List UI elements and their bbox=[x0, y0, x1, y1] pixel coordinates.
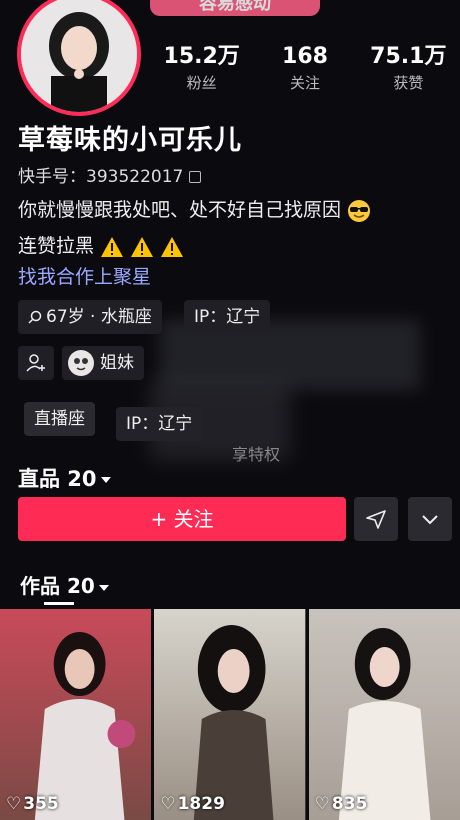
age-tag-label: 67岁 · 水瓶座 bbox=[46, 307, 152, 327]
video-thumbnail[interactable]: ♡ 1829 bbox=[154, 609, 306, 820]
bio-text-2: 连赞拉黑 bbox=[18, 235, 95, 257]
stat-label: 关注 bbox=[289, 74, 320, 92]
stat-followers[interactable]: 15.2万 粉丝 bbox=[150, 44, 253, 93]
search-icon bbox=[28, 310, 42, 324]
stat-label: 粉丝 bbox=[186, 74, 217, 92]
chevron-down-icon bbox=[98, 584, 109, 591]
copy-icon[interactable] bbox=[189, 171, 202, 183]
bio-line-1: 你就慢慢跟我处吧、处不好自己找原因 bbox=[18, 195, 371, 223]
avatar-photo bbox=[21, 0, 137, 112]
video-thumbnail-image bbox=[308, 609, 460, 820]
works-title-text: 作品 20 bbox=[20, 574, 95, 598]
cooperation-link[interactable]: 找我合作上聚星 bbox=[18, 262, 151, 289]
add-friend-button[interactable] bbox=[18, 346, 54, 380]
top-banner: 容易感动 bbox=[150, 0, 320, 16]
stat-value: 168 bbox=[282, 44, 328, 69]
heart-icon: ♡ bbox=[6, 794, 22, 814]
tab-works[interactable]: 作品 20 bbox=[20, 570, 109, 599]
works-ghost-text: 直品 20 bbox=[18, 467, 97, 491]
heart-icon: ♡ bbox=[160, 794, 176, 814]
stat-value: 75.1万 bbox=[370, 44, 447, 69]
works-ghost-label: 直品 20 bbox=[18, 463, 111, 493]
ip-tag-ghost: IP：辽宁 bbox=[116, 407, 203, 441]
avatar[interactable] bbox=[17, 0, 141, 116]
stat-label: 获赞 bbox=[393, 74, 424, 92]
chevron-down-icon bbox=[422, 515, 438, 525]
sunglasses-emoji-icon bbox=[348, 199, 371, 222]
follow-button[interactable]: + 关注 bbox=[18, 497, 346, 541]
video-thumbnail-image bbox=[0, 609, 152, 820]
ghost-face-icon bbox=[68, 350, 94, 376]
video-thumbnail-image bbox=[154, 609, 306, 820]
privilege-ghost-text: 享特权 bbox=[232, 445, 281, 464]
live-tag[interactable]: 直播座 bbox=[24, 402, 95, 436]
profile-stats: 15.2万 粉丝 168 关注 75.1万 获赞 bbox=[150, 44, 460, 93]
chevron-down-icon bbox=[100, 477, 111, 483]
sister-tag-label: 姐妹 bbox=[100, 353, 134, 373]
send-icon bbox=[366, 510, 386, 529]
like-count-value: 835 bbox=[331, 794, 368, 814]
like-count-value: 355 bbox=[23, 794, 59, 814]
like-count-value: 1829 bbox=[177, 794, 225, 814]
stat-following[interactable]: 168 关注 bbox=[253, 44, 356, 93]
like-count: ♡ 835 bbox=[315, 794, 368, 814]
bio-line-2: 连赞拉黑 bbox=[18, 231, 184, 258]
ip-tag[interactable]: IP：辽宁 bbox=[184, 300, 271, 334]
profile-name: 草莓味的小可乐儿 bbox=[18, 125, 242, 156]
stat-likes[interactable]: 75.1万 获赞 bbox=[357, 44, 460, 93]
video-thumbnail[interactable]: ♡ 835 bbox=[308, 609, 460, 820]
more-button[interactable] bbox=[408, 497, 452, 541]
kuaishou-id: 快手号：393522017 bbox=[18, 167, 184, 187]
heart-icon: ♡ bbox=[314, 794, 330, 814]
sister-tag[interactable]: 姐妹 bbox=[62, 346, 144, 380]
share-button[interactable] bbox=[354, 497, 398, 541]
bio-text-1: 你就慢慢跟我处吧、处不好自己找原因 bbox=[18, 199, 342, 221]
like-count: ♡ 1829 bbox=[160, 794, 225, 814]
tab-underline bbox=[44, 602, 74, 605]
video-thumbnail[interactable]: ♡ 355 bbox=[0, 609, 152, 820]
warning-icon bbox=[131, 236, 154, 257]
like-count: ♡ 355 bbox=[6, 794, 59, 814]
kuaishou-id-row[interactable]: 快手号：393522017 bbox=[18, 162, 202, 187]
warning-icon bbox=[161, 236, 184, 257]
stat-value: 15.2万 bbox=[163, 44, 240, 69]
works-grid: ♡ 355 ♡ 1829 ♡ 835 bbox=[0, 609, 460, 820]
add-user-icon bbox=[26, 354, 45, 372]
warning-icon bbox=[101, 236, 124, 257]
age-tag[interactable]: 67岁 · 水瓶座 bbox=[18, 300, 162, 334]
